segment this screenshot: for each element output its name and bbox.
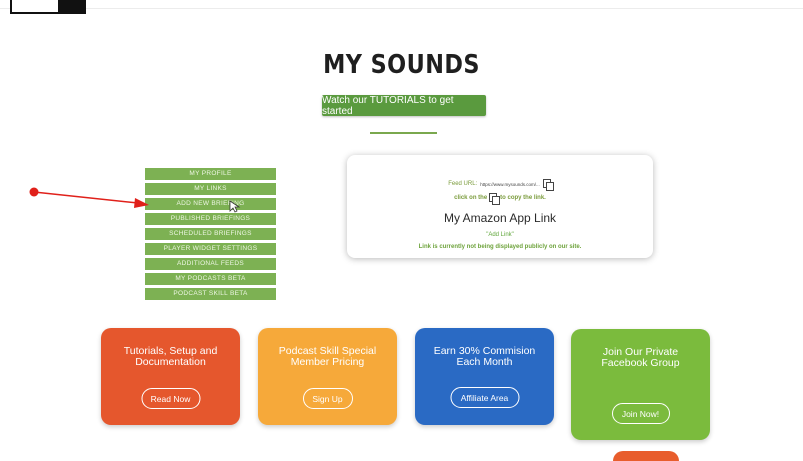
menu-item-my-profile[interactable]: MY PROFILE — [145, 168, 276, 180]
menu-item-my-podcasts-beta[interactable]: MY PODCASTS BETA — [145, 273, 276, 285]
copy-text-after: to copy the link. — [500, 195, 546, 201]
member-pricing-card: Podcast Skill Special Member Pricing Sig… — [258, 328, 397, 425]
tutorials-card: Tutorials, Setup and Documentation Read … — [101, 328, 240, 425]
affiliate-area-button[interactable]: Affiliate Area — [450, 387, 519, 408]
link-status-text: Link is currently not being displayed pu… — [418, 244, 582, 250]
arrow-line — [33, 191, 139, 204]
partial-button[interactable] — [613, 451, 679, 461]
card-title: Join Our Private Facebook Group — [601, 346, 680, 369]
add-link-button[interactable]: "Add Link" — [347, 232, 653, 238]
card-title: Tutorials, Setup and Documentation — [123, 345, 218, 368]
menu-item-add-new-briefing[interactable]: ADD NEW BRIEFING — [145, 198, 276, 210]
read-now-button[interactable]: Read Now — [141, 388, 200, 409]
page-title: MY SOUNDS — [323, 50, 480, 80]
site-logo[interactable] — [10, 0, 86, 14]
facebook-group-card: Join Our Private Facebook Group Join Now… — [571, 329, 710, 440]
arrow-origin-dot — [29, 187, 39, 197]
feed-url-label: Feed URL: — [448, 181, 478, 187]
card-title: Earn 30% Commision Each Month — [433, 345, 536, 368]
sign-up-button[interactable]: Sign Up — [302, 388, 353, 409]
menu-item-scheduled-briefings[interactable]: SCHEDULED BRIEFINGS — [145, 228, 276, 240]
menu-item-my-links[interactable]: MY LINKS — [145, 183, 276, 195]
amazon-app-link-heading: My Amazon App Link — [443, 211, 557, 225]
title-underline — [370, 132, 437, 134]
copy-instructions: click on the to copy the link. — [347, 193, 653, 205]
account-menu: MY PROFILE MY LINKS ADD NEW BRIEFING PUB… — [145, 168, 276, 303]
tutorials-button[interactable]: Watch our TUTORIALS to get started — [322, 95, 486, 117]
copy-icon-inline — [489, 193, 501, 205]
feed-card: Feed URL: https://www.mysounds.com/... c… — [347, 155, 653, 258]
copy-text-before: click on the — [454, 195, 488, 201]
affiliate-card: Earn 30% Commision Each Month Affiliate … — [415, 328, 554, 425]
header-divider — [0, 8, 803, 9]
copy-icon[interactable] — [542, 179, 554, 191]
logo-block — [58, 0, 84, 12]
feed-url-row: Feed URL: https://www.mysounds.com/... — [347, 179, 653, 191]
card-title: Podcast Skill Special Member Pricing — [278, 345, 377, 368]
join-now-button[interactable]: Join Now! — [611, 403, 670, 424]
menu-item-player-widget-settings[interactable]: PLAYER WIDGET SETTINGS — [145, 243, 276, 255]
menu-item-podcast-skill-beta[interactable]: PODCAST SKILL BETA — [145, 288, 276, 300]
menu-item-additional-feeds[interactable]: ADDITIONAL FEEDS — [145, 258, 276, 270]
feed-url-value[interactable]: https://www.mysounds.com/... — [480, 182, 540, 187]
menu-item-published-briefings[interactable]: PUBLISHED BRIEFINGS — [145, 213, 276, 225]
